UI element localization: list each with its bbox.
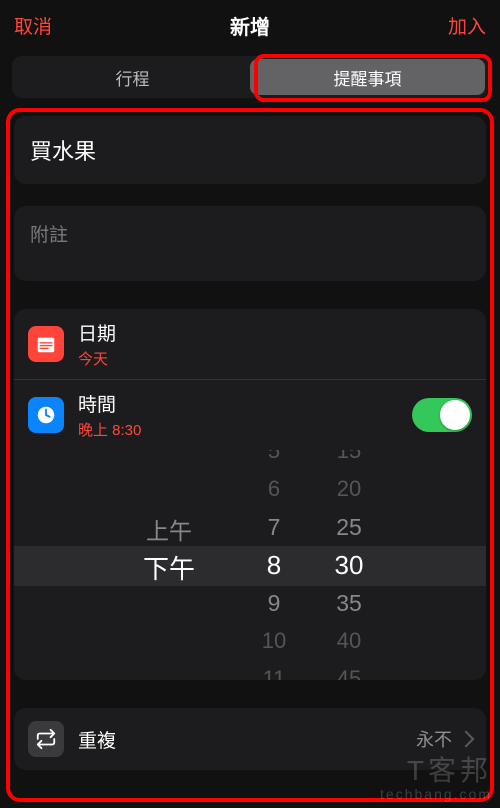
clock-icon: [28, 397, 64, 433]
repeat-label: 重複: [78, 726, 416, 753]
repeat-row[interactable]: 重複 永不: [14, 708, 486, 770]
date-label: 日期: [78, 319, 472, 346]
notes-card: 附註: [14, 206, 486, 281]
repeat-value: 永不: [416, 726, 452, 752]
picker-column-hour[interactable]: 5 6 7 8 9 10 11: [244, 450, 304, 680]
time-value: 晚上 8:30: [78, 419, 412, 440]
datetime-card: 日期 今天 時間 晚上 8:30: [14, 309, 486, 680]
notes-input[interactable]: 附註: [14, 206, 486, 281]
time-row[interactable]: 時間 晚上 8:30: [14, 379, 486, 450]
tab-event[interactable]: 行程: [15, 59, 250, 95]
repeat-card: 重複 永不: [14, 708, 486, 770]
reminder-title-input[interactable]: 買水果: [14, 116, 486, 184]
picker-column-minute[interactable]: 15 20 25 30 35 40 45: [314, 450, 384, 680]
date-value: 今天: [78, 348, 472, 369]
title-card: 買水果: [14, 116, 486, 184]
tab-reminder[interactable]: 提醒事項: [250, 59, 485, 95]
date-row[interactable]: 日期 今天: [14, 309, 486, 379]
chevron-right-icon: [458, 731, 475, 748]
time-toggle[interactable]: [412, 398, 472, 432]
type-segmented-control: 行程 提醒事項: [0, 50, 500, 108]
time-picker[interactable]: 上午 下午 5 6 7 8 9 10 11 15 20 25 30: [14, 450, 486, 680]
cancel-button[interactable]: 取消: [14, 12, 52, 39]
calendar-icon: [28, 326, 64, 362]
page-title: 新增: [230, 11, 270, 40]
picker-column-ampm[interactable]: 上午 下午: [124, 450, 214, 680]
repeat-icon: [28, 721, 64, 757]
add-button[interactable]: 加入: [448, 12, 486, 39]
nav-bar: 取消 新增 加入: [0, 0, 500, 50]
time-label: 時間: [78, 390, 412, 417]
